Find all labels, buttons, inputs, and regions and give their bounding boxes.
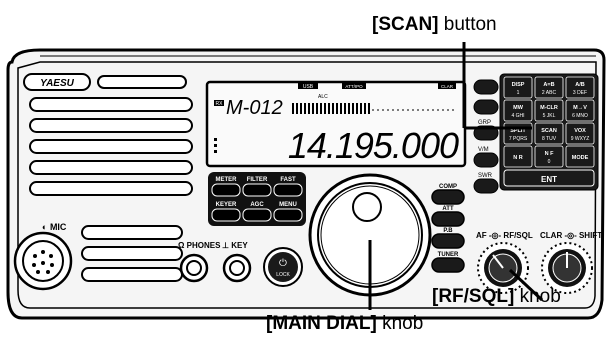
- mic-connector: [13, 231, 73, 291]
- keypad-key-bottom-label: 6 MNO: [572, 113, 588, 119]
- keypad-key-top-label: MODE: [572, 155, 589, 161]
- keypad-key-mw[interactable]: MW 4 GHI: [503, 99, 533, 122]
- keypad-key-a-b[interactable]: A=B 2 ABC: [534, 76, 564, 99]
- af-rf-label: AF -◎- RF/SQL: [476, 231, 533, 240]
- scan-callout: [SCAN] button: [372, 14, 497, 36]
- keypad-key-bottom-label: 8 TUV: [542, 136, 557, 142]
- swr-label: SWR: [478, 173, 493, 179]
- keypad-key-scan[interactable]: SCAN 8 TUV: [534, 122, 564, 145]
- keypad-key-top-label: DISP: [512, 82, 525, 88]
- filter-button[interactable]: [242, 183, 272, 197]
- keypad-key-bottom-label: 4 GHI: [511, 113, 524, 119]
- radio-diagram: YAESU ◐ MIC Ω PHONES ⊥ KEY ⏻ LOCK USB AT…: [0, 0, 606, 338]
- scan-callout-rest: button: [438, 14, 497, 35]
- center-button-label: MENU: [279, 202, 297, 208]
- keypad-key-vox[interactable]: VOX 9 WXYZ: [565, 122, 595, 145]
- keypad-key-n-r[interactable]: N R: [503, 145, 533, 168]
- keypad-key-mode[interactable]: MODE: [565, 145, 595, 168]
- oval-button-2[interactable]: [473, 99, 499, 115]
- rf-sql-callout: [RF/SQL] knob: [432, 286, 561, 308]
- clar-shift-label: CLAR -◎- SHIFT: [540, 231, 602, 240]
- swr-button[interactable]: [473, 178, 499, 194]
- keypad-key-n-f[interactable]: N F 0: [534, 145, 564, 168]
- scan-callout-bold: [SCAN]: [372, 14, 439, 35]
- mic-label: ◐ MIC: [42, 222, 67, 232]
- center-button-label: FAST: [280, 177, 296, 183]
- side-button-label: COMP: [439, 184, 457, 190]
- phones-label: Ω PHONES: [178, 241, 221, 250]
- display-mode: USB: [303, 84, 314, 90]
- meter-button[interactable]: [211, 183, 241, 197]
- center-button-label: AGC: [250, 202, 264, 208]
- att-button[interactable]: [431, 211, 465, 227]
- display-clar: CLAR: [441, 84, 454, 89]
- vm-button[interactable]: [473, 152, 499, 168]
- center-button-label: FILTER: [247, 177, 268, 183]
- keypad-key-bottom-label: 3 DEF: [573, 90, 587, 96]
- grp-label: GRP: [478, 120, 491, 126]
- main-dial-callout: [MAIN DIAL] knob: [266, 313, 423, 335]
- display-frequency: 14.195.000: [288, 125, 459, 166]
- comp-button[interactable]: [431, 189, 465, 205]
- keypad-key-bottom-label: 9 WXYZ: [571, 136, 590, 142]
- keypad: DISP 1 A=B 2 ABC A/B 3 DEF MW 4 GHI M-CLR 5 JKL M→…: [499, 73, 599, 191]
- keypad-key-top-label: VOX: [574, 128, 586, 134]
- side-button-label: TUNER: [438, 252, 459, 258]
- agc-button[interactable]: [242, 208, 272, 222]
- display-rx: RX: [216, 101, 224, 107]
- keypad-key-top-label: A/B: [575, 82, 585, 88]
- display-att: ATT/IPO: [345, 84, 363, 89]
- display-dots: [214, 138, 217, 153]
- keypad-key-top-label: SCAN: [541, 128, 557, 134]
- keypad-key-top-label: M-CLR: [540, 105, 558, 111]
- main-dial-callout-rest: knob: [376, 313, 424, 334]
- keypad-key-top-label: N F: [545, 151, 555, 157]
- keypad-key-bottom-label: 7 PQRS: [509, 136, 528, 142]
- brand-text: YAESU: [40, 78, 74, 89]
- fast-button[interactable]: [273, 183, 303, 197]
- keyer-button[interactable]: [211, 208, 241, 222]
- keypad-key-m-v[interactable]: M→V 6 MNO: [565, 99, 595, 122]
- key-jack: [222, 253, 252, 283]
- keypad-key-a-b[interactable]: A/B 3 DEF: [565, 76, 595, 99]
- center-button-label: METER: [216, 177, 238, 183]
- side-button-label: P.B: [443, 228, 453, 234]
- keypad-key-top-label: M→V: [573, 105, 587, 111]
- rf-sql-callout-bold: [RF/SQL]: [432, 286, 515, 307]
- lcd-display: USB ATT/IPO CLAR ALC RX M-012 14.195.000: [205, 80, 467, 168]
- keypad-key-top-label: A=B: [543, 82, 554, 88]
- main-dial-callout-bold: [MAIN DIAL]: [266, 313, 377, 334]
- oval-button-1[interactable]: [473, 79, 499, 95]
- keypad-key-top-label: N R: [513, 155, 523, 161]
- keypad-key-top-label: MW: [513, 105, 524, 111]
- keypad-key-disp[interactable]: DISP 1: [503, 76, 533, 99]
- tuner-button[interactable]: [431, 257, 465, 273]
- display-memory: M-012: [226, 97, 283, 119]
- power-icon: ⏻: [279, 258, 287, 269]
- keypad-key-bottom-label: 1: [517, 90, 520, 96]
- keypad-key-m-clr[interactable]: M-CLR 5 JKL: [534, 99, 564, 122]
- display-alc: ALC: [318, 94, 328, 100]
- phones-jack: [179, 253, 209, 283]
- vm-label: V/M: [478, 147, 489, 153]
- key-label: ⊥ KEY: [222, 241, 248, 250]
- keypad-key-bottom-label: 5 JKL: [543, 113, 556, 119]
- center-button-group: METER FILTER FAST KEYER AGC MENU: [208, 172, 306, 226]
- side-button-label: ATT: [442, 206, 454, 212]
- keypad-key-split[interactable]: SPLIT7 PQRS: [503, 122, 533, 145]
- menu-button[interactable]: [273, 208, 303, 222]
- rf-sql-callout-rest: knob: [514, 286, 561, 307]
- keypad-key-bottom-label: 2 ABC: [542, 90, 557, 96]
- p-b-button[interactable]: [431, 233, 465, 249]
- ent-label: ENT: [541, 175, 557, 184]
- lock-label: LOCK: [276, 272, 290, 278]
- keypad-key-bottom-label: 0: [548, 159, 551, 165]
- power-lock-button[interactable]: ⏻ LOCK: [263, 247, 303, 287]
- center-button-label: KEYER: [216, 202, 237, 208]
